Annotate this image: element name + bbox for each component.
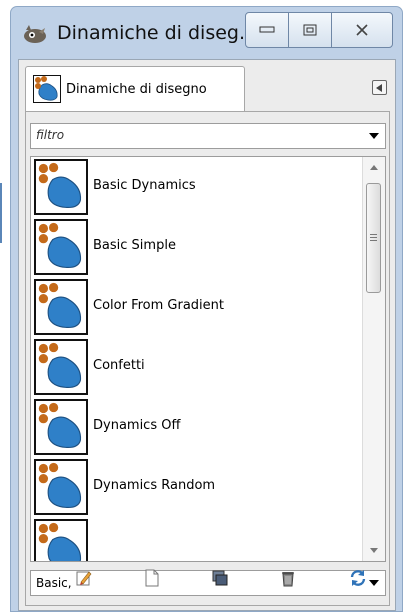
new-document-icon bbox=[145, 569, 159, 587]
background-edge bbox=[0, 183, 2, 243]
close-button[interactable] bbox=[331, 12, 393, 48]
scrollbar-thumb[interactable] bbox=[366, 183, 381, 293]
dynamics-thumbnail bbox=[34, 219, 88, 275]
list-item[interactable]: Basic Simple bbox=[31, 217, 361, 277]
duplicate-dynamics-button[interactable] bbox=[209, 567, 231, 589]
list-item-label: Basic Dynamics bbox=[93, 178, 196, 193]
tab-menu-button[interactable] bbox=[372, 80, 387, 95]
list-item-label: Color From Gradient bbox=[93, 298, 224, 313]
list-item-label: Basic Simple bbox=[93, 238, 176, 253]
list-item[interactable]: Basic Dynamics bbox=[31, 157, 361, 217]
refresh-icon bbox=[350, 570, 366, 586]
dynamics-thumbnail bbox=[34, 459, 88, 515]
minimize-icon bbox=[259, 26, 275, 33]
tab-label: Dinamiche di disegno bbox=[66, 82, 207, 97]
list-scrollbar[interactable] bbox=[362, 157, 385, 561]
filter-placeholder: filtro bbox=[36, 128, 65, 142]
new-dynamics-button[interactable] bbox=[141, 567, 163, 589]
minimize-button[interactable] bbox=[245, 12, 289, 48]
delete-dynamics-button[interactable] bbox=[277, 567, 299, 589]
tab-menu-icon bbox=[376, 83, 382, 92]
grip-line bbox=[370, 234, 377, 235]
grip-line bbox=[370, 240, 377, 241]
dynamics-list[interactable]: Basic Dynamics Basic Simple Color From G… bbox=[30, 156, 386, 562]
dynamics-thumbnail bbox=[34, 339, 88, 395]
edit-icon bbox=[76, 571, 92, 586]
edit-dynamics-button[interactable] bbox=[73, 567, 95, 589]
chevron-down-icon[interactable] bbox=[369, 133, 379, 139]
list-item[interactable]: Dynamics Off bbox=[31, 397, 361, 457]
list-item[interactable]: Dynamics Random bbox=[31, 457, 361, 517]
refresh-dynamics-button[interactable] bbox=[347, 567, 369, 589]
list-item[interactable]: Confetti bbox=[31, 337, 361, 397]
dock-tabstrip: Dinamiche di disegno bbox=[19, 60, 395, 112]
action-bar bbox=[25, 563, 390, 593]
dynamics-icon bbox=[33, 75, 61, 103]
close-icon bbox=[356, 24, 368, 36]
dynamics-dialog-window: Dinamiche di diseg... Dinamiche di diseg… bbox=[10, 6, 403, 612]
dynamics-panel: filtro Basic Dynamics Basic Simple Color… bbox=[25, 111, 390, 606]
trash-icon bbox=[282, 572, 294, 587]
tab-paint-dynamics[interactable]: Dinamiche di disegno bbox=[25, 66, 245, 112]
list-item-partial[interactable] bbox=[31, 517, 361, 561]
list-item-label: Dynamics Off bbox=[93, 418, 181, 433]
list-item[interactable]: Color From Gradient bbox=[31, 277, 361, 337]
grip-line bbox=[370, 237, 377, 238]
list-item-label: Dynamics Random bbox=[93, 478, 216, 493]
title-bar[interactable]: Dinamiche di diseg... bbox=[11, 7, 402, 59]
dynamics-thumbnail bbox=[34, 279, 88, 335]
scroll-up-arrow-icon[interactable] bbox=[370, 165, 378, 170]
gimp-icon bbox=[24, 25, 46, 43]
filter-combo[interactable]: filtro bbox=[30, 123, 386, 149]
dynamics-thumbnail bbox=[34, 399, 88, 455]
dock-client: Dinamiche di disegno filtro Basic Dynami… bbox=[18, 59, 396, 611]
dynamics-thumbnail bbox=[34, 159, 88, 215]
duplicate-icon bbox=[212, 570, 228, 586]
window-title: Dinamiche di diseg... bbox=[57, 22, 258, 44]
scroll-down-arrow-icon[interactable] bbox=[370, 548, 378, 553]
list-item-label: Confetti bbox=[93, 358, 145, 373]
maximize-icon bbox=[303, 24, 317, 36]
dynamics-thumbnail bbox=[34, 519, 88, 561]
maximize-button[interactable] bbox=[288, 12, 332, 48]
